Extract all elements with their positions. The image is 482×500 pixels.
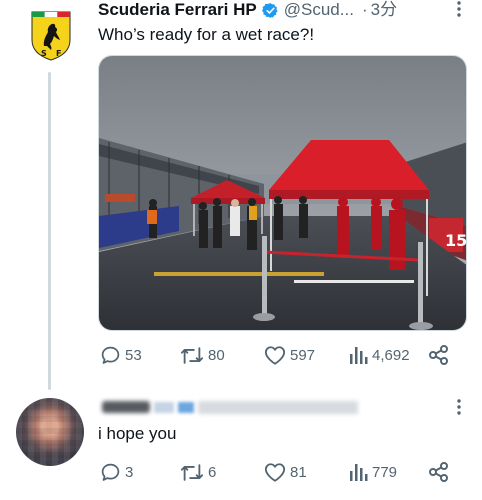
reply-button[interactable]: 3 — [100, 461, 133, 483]
like-button[interactable]: 81 — [264, 461, 307, 483]
share-button[interactable] — [428, 461, 450, 483]
reply-count: 53 — [125, 346, 142, 364]
views-icon — [350, 464, 368, 481]
tweet-text: Who’s ready for a wet race?! — [98, 25, 315, 44]
reply-button[interactable]: 53 — [100, 344, 142, 366]
reply-icon — [101, 346, 120, 364]
retweet-icon — [180, 463, 204, 481]
views-icon — [350, 347, 368, 364]
more-icon[interactable] — [451, 0, 467, 18]
display-name[interactable]: Scuderia Ferrari HP — [98, 0, 257, 20]
like-icon — [264, 345, 286, 365]
like-icon — [264, 462, 286, 482]
like-button[interactable]: 597 — [264, 344, 315, 366]
tweet-header: Scuderia Ferrari HP @Scud... · 3分 — [98, 0, 474, 20]
verified-badge-icon — [261, 2, 278, 18]
avatar-lettering-f: F — [56, 49, 61, 58]
views-button[interactable]: 4,692 — [348, 344, 410, 366]
garage-number-sign: 15 — [445, 231, 467, 250]
views-button[interactable]: 779 — [348, 461, 397, 483]
like-count: 81 — [290, 463, 307, 481]
share-icon — [429, 462, 448, 482]
reply-avatar[interactable] — [16, 398, 84, 466]
view-count: 4,692 — [372, 346, 410, 364]
retweet-count: 80 — [208, 346, 225, 364]
like-count: 597 — [290, 346, 316, 364]
avatar[interactable]: S F — [30, 10, 72, 62]
handle[interactable]: @Scud... — [284, 0, 354, 20]
share-icon — [429, 345, 448, 365]
thread-line — [48, 72, 51, 390]
reply-actions: 3 6 81 779 — [100, 461, 452, 483]
tweet-actions: 53 80 597 4,692 — [100, 344, 452, 366]
retweet-icon — [180, 346, 204, 364]
more-icon[interactable] — [451, 398, 467, 416]
view-count: 779 — [372, 463, 398, 481]
reply-author-obscured[interactable] — [98, 396, 366, 418]
time-separator: · — [361, 0, 368, 19]
retweet-count: 6 — [208, 463, 217, 481]
retweet-button[interactable]: 6 — [180, 461, 216, 483]
timestamp[interactable]: 3分 — [371, 0, 397, 20]
retweet-button[interactable]: 80 — [180, 344, 225, 366]
avatar-lettering-s: S — [41, 49, 47, 58]
reply-count: 3 — [125, 463, 134, 481]
share-button[interactable] — [428, 344, 450, 366]
reply-text: i hope you — [98, 424, 177, 443]
paddock-photo: 15 — [99, 56, 467, 330]
tweet-photo[interactable]: 15 — [98, 55, 467, 331]
reply-icon — [101, 463, 120, 481]
